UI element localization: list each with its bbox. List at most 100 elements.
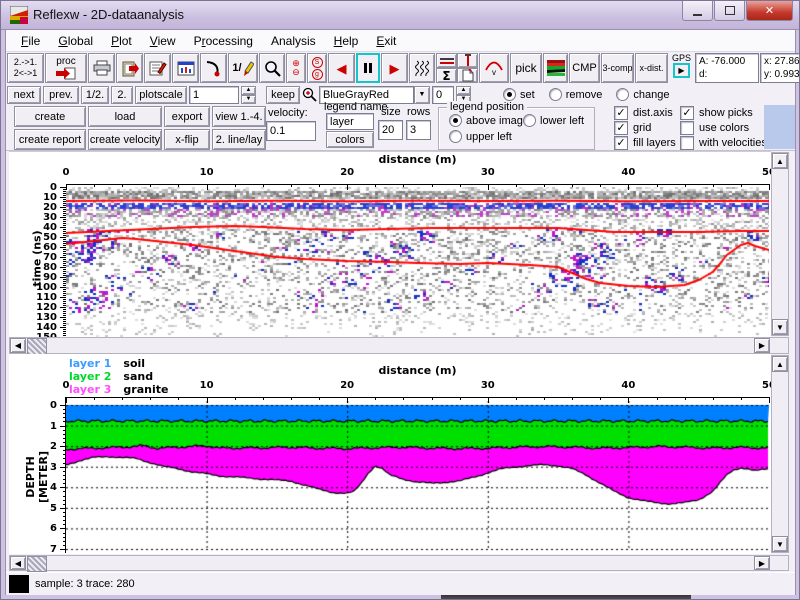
convert-2to1-button[interactable]: 2.->1. 2<->1 <box>7 53 44 83</box>
legend-layer-name: granite <box>123 383 168 396</box>
mode-radio-set-label: set <box>520 89 535 101</box>
sum-button[interactable]: Σ <box>436 68 457 83</box>
hline-marker-button[interactable] <box>436 53 457 68</box>
x-flip-button[interactable]: x-flip <box>164 129 210 150</box>
menu-processing[interactable]: Processing <box>185 32 262 50</box>
size-input[interactable]: 20 <box>378 120 403 140</box>
trace-curve-button[interactable] <box>200 53 227 83</box>
menu-help[interactable]: Help <box>325 32 368 50</box>
velocity-input[interactable]: 0.1 <box>266 121 316 141</box>
edit-button[interactable] <box>144 53 171 83</box>
scale-sg-button[interactable]: S g <box>307 53 327 83</box>
pick-button[interactable]: pick <box>510 53 542 83</box>
create-velocity-button[interactable]: create velocity <box>88 129 162 150</box>
display-options-button[interactable] <box>172 53 199 83</box>
menu-exit[interactable]: Exit <box>367 32 405 50</box>
lower-scroll-right-button[interactable]: ▶ <box>754 556 770 570</box>
title-bar[interactable]: Reflexw - 2D-dataanalysis ✕ <box>1 1 800 30</box>
upper-horizontal-scrollbar[interactable]: ◀ ▶ <box>9 337 789 354</box>
mode-radio-set[interactable]: set <box>503 88 535 101</box>
x-tick <box>291 397 292 400</box>
vline-marker-button[interactable] <box>457 53 478 68</box>
depth-model-canvas[interactable] <box>66 401 769 553</box>
rows-input[interactable]: 3 <box>406 120 431 140</box>
export-button[interactable]: export <box>164 106 210 127</box>
layer-show-button[interactable] <box>543 53 568 83</box>
plotscale-up-button[interactable]: ▲ <box>241 86 256 95</box>
menu-plot[interactable]: Plot <box>102 32 141 50</box>
menu-analysis[interactable]: Analysis <box>262 32 325 50</box>
lower-vertical-scrollbar[interactable]: ▲ ▼ <box>771 355 789 553</box>
plotscale-down-button[interactable]: ▼ <box>241 95 256 104</box>
one-over-edit-button[interactable]: 1/ <box>228 53 258 83</box>
legend-position-above-image[interactable]: above image <box>449 114 529 127</box>
close-button[interactable]: ✕ <box>746 1 793 21</box>
wiggle-mode-button[interactable] <box>409 53 435 83</box>
new-page-button[interactable] <box>457 68 478 83</box>
second-line-lay-button[interactable]: 2. line/lay <box>212 129 266 150</box>
upper-vertical-scrollbar[interactable]: ▲ ▼ <box>771 152 789 336</box>
plotscale-button[interactable]: plotscale <box>135 86 187 104</box>
checkbox-use-colors[interactable]: use colors <box>680 121 749 135</box>
gps-play-button[interactable]: ▶ <box>673 63 690 78</box>
colors-button[interactable]: colors <box>326 131 374 148</box>
legend-position-upper-left[interactable]: upper left <box>449 130 512 143</box>
half-view-button[interactable]: 1/2. <box>81 86 109 104</box>
load-button[interactable]: load <box>88 106 162 127</box>
y-tick <box>60 549 66 550</box>
menu-global[interactable]: Global <box>49 32 102 50</box>
zoom-button[interactable] <box>259 53 285 83</box>
radargram-canvas[interactable] <box>66 187 769 337</box>
y-tick <box>63 438 66 439</box>
menu-file[interactable]: File <box>12 32 49 50</box>
lower-horizontal-scrollbar[interactable]: ◀ ▶ <box>9 555 789 571</box>
proc-button[interactable]: proc <box>45 53 87 83</box>
mode-radio-remove[interactable]: remove <box>549 88 603 101</box>
export-clipboard-button[interactable] <box>116 53 143 83</box>
checkbox-show-picks[interactable]: ✓show picks <box>680 106 753 120</box>
minimize-button[interactable] <box>682 1 713 21</box>
checkbox-dist-axis[interactable]: ✓dist.axis <box>614 106 673 120</box>
second-view-button[interactable]: 2. <box>111 86 133 104</box>
mode-radio-change[interactable]: change <box>616 88 669 101</box>
upper-scroll-thumb[interactable] <box>27 338 47 355</box>
view-1-4-button[interactable]: view 1.-4. <box>212 106 266 127</box>
y-tick <box>63 245 66 246</box>
checkbox-grid[interactable]: ✓grid <box>614 121 651 135</box>
layer-up-button[interactable]: ▲ <box>456 86 471 95</box>
zoom-in-out-button[interactable]: ⊕⊖ <box>286 53 306 83</box>
upper-scroll-down-button[interactable]: ▼ <box>772 319 788 335</box>
legend-name-input[interactable]: layer <box>326 113 374 130</box>
hyperbola-button[interactable]: v <box>479 53 509 83</box>
up-arrow-icon: ▲ <box>776 157 784 166</box>
legend-position-lower-left[interactable]: lower left <box>523 114 584 127</box>
lower-scroll-left-button[interactable]: ◀ <box>10 556 26 570</box>
cmp-button[interactable]: CMP <box>569 53 600 83</box>
upper-scroll-right-button[interactable]: ▶ <box>754 338 770 353</box>
lower-scroll-up-button[interactable]: ▲ <box>772 356 788 372</box>
checkbox-with-velocities[interactable]: with velocities <box>680 136 767 150</box>
prev-button[interactable]: prev. <box>43 86 79 104</box>
upper-scroll-up-button[interactable]: ▲ <box>772 153 788 169</box>
print-button[interactable] <box>88 53 115 83</box>
palette-dropdown-button[interactable]: ▼ <box>414 86 430 104</box>
lower-scroll-thumb[interactable] <box>27 556 47 572</box>
menu-view[interactable]: View <box>141 32 185 50</box>
y-tick <box>63 311 66 312</box>
keep-button[interactable]: keep <box>266 86 300 104</box>
upper-scroll-left-button[interactable]: ◀ <box>10 338 26 353</box>
next-button[interactable]: next <box>7 86 41 104</box>
create-report-button[interactable]: create report <box>14 129 86 150</box>
scroll-left-button[interactable]: ◀ <box>328 53 355 83</box>
checkbox-fill-layers[interactable]: ✓fill layers <box>614 136 676 150</box>
plotscale-input[interactable]: 1 <box>189 86 239 104</box>
x-dist-button[interactable]: x-dist. <box>635 53 668 83</box>
three-comp-button[interactable]: 3-comp <box>601 53 634 83</box>
maximize-button[interactable] <box>714 1 745 21</box>
create-button[interactable]: create <box>14 106 86 127</box>
scroll-right-button[interactable]: ▶ <box>381 53 408 83</box>
gps-play-icon: ▶ <box>678 66 684 75</box>
y-tick <box>63 305 66 306</box>
lower-scroll-down-button[interactable]: ▼ <box>772 536 788 552</box>
pause-button[interactable] <box>356 53 380 83</box>
